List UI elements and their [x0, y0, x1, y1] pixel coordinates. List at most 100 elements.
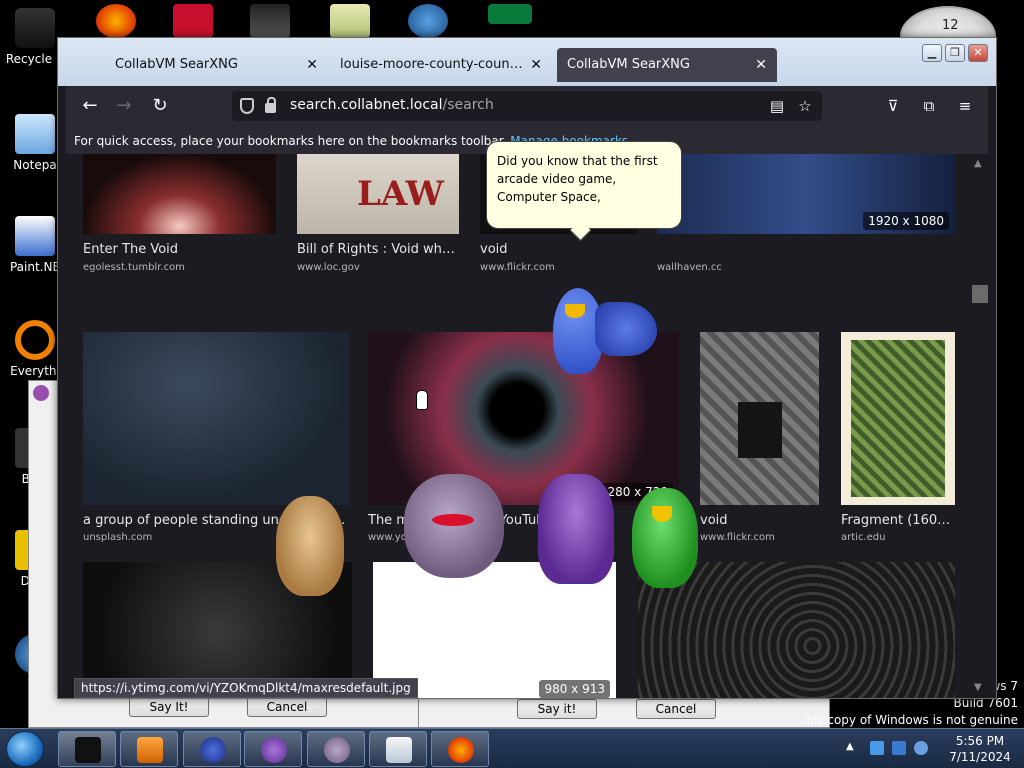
bookmarks-hint: For quick access, place your bookmarks h… [74, 134, 507, 148]
taskbar-item-6[interactable] [369, 731, 427, 767]
minimize-button[interactable]: ▁ [922, 44, 942, 62]
result-source: unsplash.com [83, 532, 153, 543]
result-source: www.flickr.com [700, 532, 775, 543]
say-it-button-right[interactable]: Say it! [517, 699, 597, 719]
tab-title: CollabVM SearXNG [115, 57, 238, 72]
result-thumbnail[interactable]: LAW [297, 154, 459, 234]
pdf-shortcut-icon[interactable] [173, 4, 213, 38]
taskbar-item-3[interactable] [183, 731, 241, 767]
result-thumbnail[interactable] [841, 332, 955, 505]
tab-close-icon[interactable]: ✕ [306, 48, 318, 82]
image-result[interactable]: LAW Bill of Rights : Void where… www.loc… [297, 154, 459, 273]
tab-1[interactable]: CollabVM SearXNG ✕ [58, 48, 328, 82]
void-block [738, 402, 782, 458]
tab-2[interactable]: louise-moore-county-county-park ✕ [328, 48, 552, 82]
image-result[interactable]: 1920 x 1080 wallhaven.cc [657, 154, 955, 273]
cancel-button-right[interactable]: Cancel [636, 699, 716, 719]
parrot-agent-green-icon[interactable] [632, 488, 698, 588]
forward-button[interactable]: → [112, 94, 136, 118]
windows-watermark-line3: his copy of Windows is not genuine [806, 713, 1018, 727]
bonzi-purple-agent-icon[interactable] [538, 474, 614, 584]
tab-close-icon[interactable]: ✕ [530, 48, 542, 82]
url-path: /search [442, 97, 494, 113]
tracking-shield-icon[interactable] [240, 98, 254, 114]
scroll-down-arrow-icon[interactable]: ▼ [974, 682, 982, 693]
notepad-icon [15, 114, 55, 154]
desktop-icon-label: Paint.NE [9, 260, 61, 274]
close-window-button[interactable]: ✕ [968, 44, 988, 62]
media-shortcut-icon[interactable] [250, 4, 290, 38]
menu-hamburger-icon[interactable]: ≡ [956, 97, 974, 115]
url-bar[interactable]: search.collabnet.local/search ▤ ☆ [232, 91, 822, 121]
balloon-text: Did you know that the first arcade video… [497, 154, 658, 204]
tab-3-active[interactable]: CollabVM SearXNG ✕ [557, 48, 777, 82]
action-center-icon[interactable] [870, 741, 884, 755]
monkey-head-agent-icon[interactable] [404, 474, 504, 578]
dialog-icon [33, 385, 49, 401]
bookmark-star-icon[interactable]: ☆ [796, 97, 814, 115]
bonzi-task-icon [261, 737, 287, 763]
result-thumbnail[interactable] [83, 332, 349, 505]
start-button[interactable] [6, 731, 44, 767]
mouse-cursor-hand-icon [416, 390, 428, 410]
result-thumbnail[interactable] [700, 332, 819, 505]
result-thumbnail[interactable]: 1920 x 1080 [657, 154, 955, 234]
system-tray: ▲ 5:56 PM 7/11/2024 [840, 729, 1024, 768]
maximize-button[interactable]: ❐ [945, 44, 965, 62]
extensions-icon[interactable]: ⧉ [920, 97, 938, 115]
agent-speech-balloon: Did you know that the first arcade video… [486, 141, 682, 229]
result-title[interactable]: Bill of Rights : Void where… [297, 242, 459, 257]
result-thumbnail[interactable] [83, 154, 276, 234]
image-result[interactable]: void www.flickr.com [700, 332, 819, 547]
back-button[interactable]: ← [78, 94, 102, 118]
cancel-button-left[interactable]: Cancel [247, 697, 327, 717]
taskbar-item-7[interactable] [431, 731, 489, 767]
pocket-icon[interactable]: ⊽ [884, 97, 902, 115]
tray-clock[interactable]: 5:56 PM 7/11/2024 [940, 733, 1020, 765]
reader-view-icon[interactable]: ▤ [768, 97, 786, 115]
result-title[interactable]: Enter The Void [83, 242, 276, 257]
hamster-agent-icon[interactable] [276, 496, 344, 596]
tray-date: 7/11/2024 [949, 750, 1011, 764]
result-source: www.flickr.com [480, 262, 555, 273]
green-app-shortcut-icon[interactable] [488, 4, 532, 24]
image-result[interactable]: Enter The Void egolesst.tumblr.com [83, 154, 276, 273]
clock-number: 12 [942, 18, 959, 33]
result-title[interactable]: void [480, 242, 637, 257]
taskbar-item-5[interactable] [307, 731, 365, 767]
firefox-task-icon [448, 737, 474, 763]
result-source: egolesst.tumblr.com [83, 262, 185, 273]
network-shortcut-icon[interactable] [408, 4, 448, 38]
result-source: www.loc.gov [297, 262, 360, 273]
reload-button[interactable]: ↻ [148, 94, 172, 118]
media-player-icon [137, 737, 163, 763]
app-shortcut-icon[interactable] [330, 4, 370, 38]
say-it-button-left[interactable]: Say It! [129, 697, 209, 717]
resolution-badge: 980 x 913 [539, 680, 610, 698]
parrot-agent-blue-icon[interactable] [553, 282, 658, 382]
explorer-folder-icon [386, 737, 412, 763]
taskbar-item-4[interactable] [244, 731, 302, 767]
taskbar-item-1[interactable] [58, 731, 116, 767]
network-icon[interactable] [892, 741, 906, 755]
result-title[interactable]: Fragment (1600/… [841, 513, 955, 528]
taskbar-item-2[interactable] [120, 731, 178, 767]
paint-icon [15, 216, 55, 256]
tray-expand-icon[interactable]: ▲ [846, 741, 854, 752]
result-title[interactable]: void [700, 513, 819, 528]
url-text[interactable]: search.collabnet.local/search [290, 97, 494, 113]
image-result[interactable]: Fragment (1600/… artic.edu [841, 332, 955, 547]
tab-close-icon[interactable]: ✕ [755, 48, 767, 82]
resolution-badge: 1920 x 1080 [863, 212, 949, 230]
tab-title: louise-moore-county-county-park [340, 57, 524, 72]
firefox-shortcut-icon[interactable] [96, 4, 136, 38]
image-result[interactable] [638, 562, 955, 698]
tab-title: CollabVM SearXNG [567, 57, 690, 72]
volume-icon[interactable] [914, 741, 928, 755]
desktop-icon-label: Recycle B [5, 52, 65, 66]
scroll-up-arrow-icon[interactable]: ▲ [974, 158, 982, 169]
lock-icon[interactable] [265, 97, 276, 113]
result-thumbnail[interactable] [638, 562, 955, 698]
scrollbar-thumb[interactable] [972, 285, 988, 303]
vertical-scrollbar[interactable]: ▲ ▼ [972, 154, 988, 698]
